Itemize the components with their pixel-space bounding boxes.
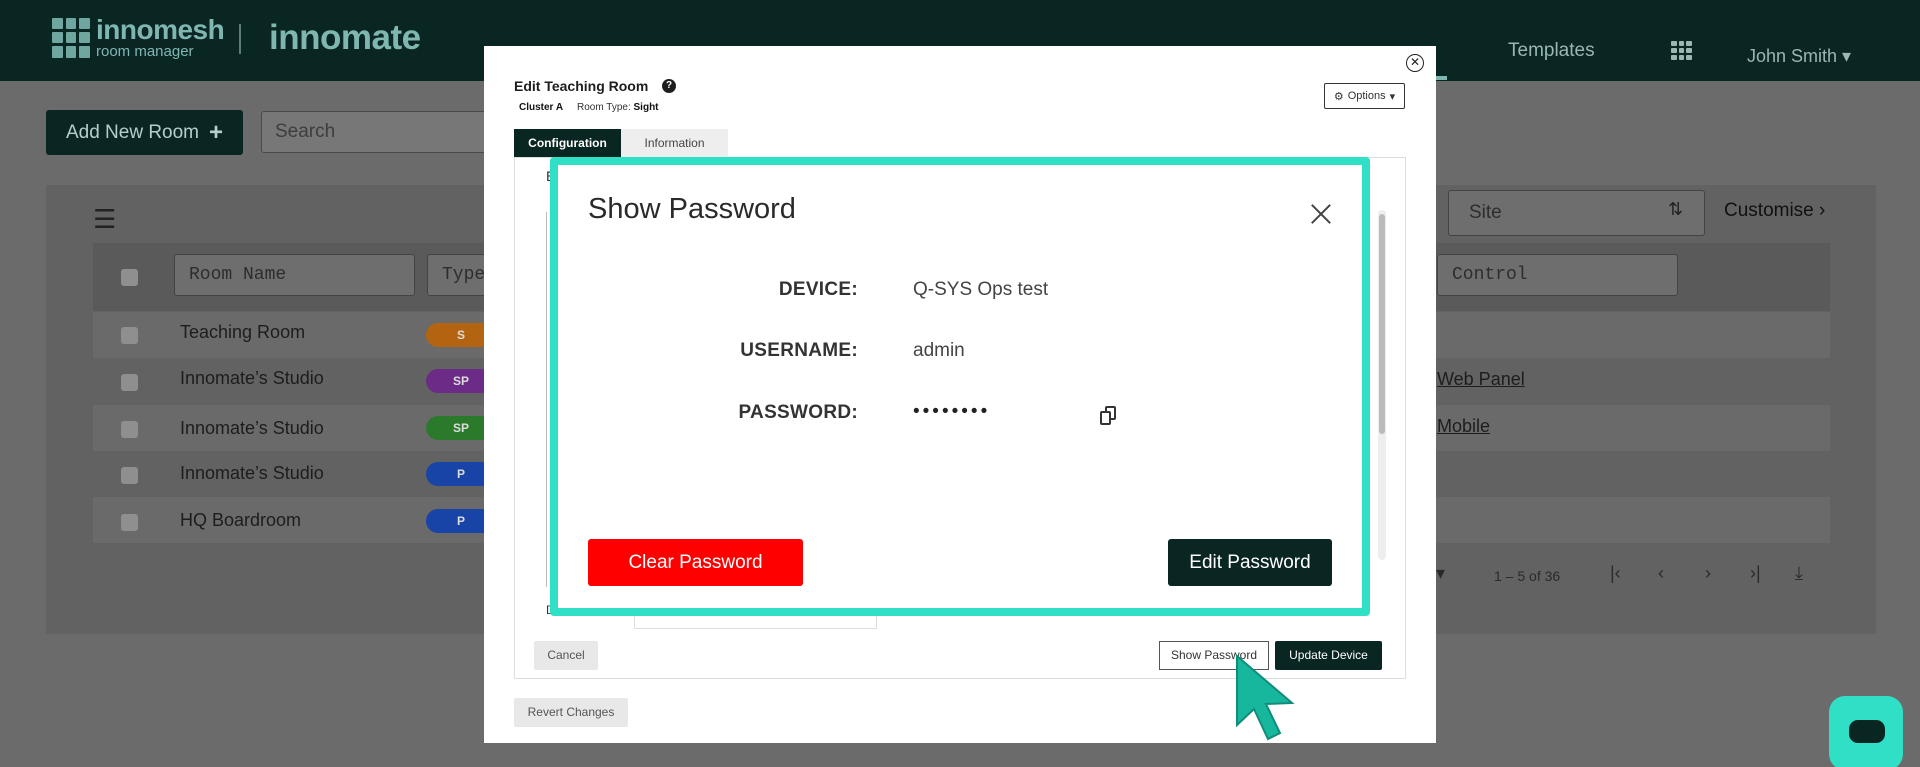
next-page-icon[interactable]: ›: [1705, 563, 1711, 584]
add-new-room-button[interactable]: Add New Room +: [46, 110, 243, 155]
room-type-value: Sight: [633, 102, 659, 113]
device-label: DEVICE:: [778, 279, 858, 300]
dialog-title: Show Password: [588, 193, 796, 225]
add-room-label: Add New Room: [65, 121, 200, 143]
search-input[interactable]: Search: [261, 111, 501, 153]
options-dropdown[interactable]: ⚙ Options ▾: [1324, 83, 1405, 109]
divider: [546, 212, 547, 587]
plus-icon: +: [209, 118, 224, 146]
modal-subtitle: Cluster A Room Type: Sight: [519, 102, 659, 113]
mouse-cursor-icon: [1236, 653, 1295, 741]
checklist-icon[interactable]: ☰: [93, 204, 116, 235]
logo-divider: [239, 24, 241, 54]
room-name-filter[interactable]: Room Name: [174, 254, 415, 296]
row-checkbox[interactable]: [121, 467, 138, 484]
first-page-icon[interactable]: |‹: [1610, 563, 1621, 584]
sort-icon[interactable]: ⇅: [1668, 199, 1683, 220]
pagination-range: 1 – 5 of 36: [1494, 568, 1561, 584]
type-filter[interactable]: Type: [427, 254, 487, 296]
row-room-name[interactable]: Innomate’s Studio: [180, 418, 324, 439]
control-filter[interactable]: Control: [1437, 254, 1678, 296]
tab-configuration[interactable]: Configuration: [514, 129, 621, 157]
logo-sub-text: room manager: [96, 43, 194, 60]
control-link-web-panel[interactable]: Web Panel: [1437, 369, 1525, 390]
apps-grid-icon[interactable]: [1671, 41, 1692, 60]
scrollbar-thumb[interactable]: [1379, 214, 1385, 434]
nav-templates[interactable]: Templates: [1508, 40, 1595, 62]
username-label: USERNAME:: [740, 340, 858, 361]
row-checkbox[interactable]: [121, 374, 138, 391]
download-icon[interactable]: ⤓: [1795, 563, 1803, 584]
logo-mark-icon: [52, 17, 90, 58]
cluster-label: Cluster A: [519, 102, 564, 113]
logo-brand-text: innomesh: [96, 14, 225, 45]
cancel-button[interactable]: Cancel: [534, 641, 598, 670]
row-room-name[interactable]: Teaching Room: [180, 322, 305, 343]
room-type-label: Room Type:: [577, 102, 631, 113]
chat-bubble-icon: [1849, 720, 1885, 743]
modal-title: Edit Teaching Room: [514, 78, 649, 94]
help-icon[interactable]: ?: [662, 79, 676, 93]
prev-page-icon[interactable]: ‹: [1658, 563, 1664, 584]
modal-close-icon[interactable]: ✕: [1406, 54, 1424, 72]
password-label: PASSWORD:: [738, 402, 858, 423]
caret-down-icon: ▾: [1389, 90, 1396, 103]
device-value: Q-SYS Ops test: [913, 279, 1049, 300]
edit-password-button[interactable]: Edit Password: [1168, 539, 1332, 586]
row-room-name[interactable]: Innomate’s Studio: [180, 368, 324, 389]
revert-changes-button[interactable]: Revert Changes: [514, 698, 628, 727]
row-room-name[interactable]: HQ Boardroom: [180, 510, 301, 531]
innomesh-logo[interactable]: innomesh room manager: [52, 14, 225, 60]
last-page-icon[interactable]: ›|: [1750, 563, 1761, 584]
clear-password-button[interactable]: Clear Password: [588, 539, 803, 586]
select-all-checkbox[interactable]: [121, 269, 138, 286]
options-label: Options: [1347, 90, 1386, 102]
site-filter[interactable]: Site: [1448, 190, 1705, 236]
gear-icon: ⚙: [1333, 90, 1344, 103]
copy-icon[interactable]: [1100, 406, 1116, 426]
password-value: ••••••••: [913, 401, 991, 422]
user-menu[interactable]: John Smith ▾: [1747, 46, 1851, 67]
row-checkbox[interactable]: [121, 421, 138, 438]
tab-information[interactable]: Information: [621, 129, 728, 157]
row-checkbox[interactable]: [121, 327, 138, 344]
customise-button[interactable]: Customise ›: [1724, 200, 1825, 222]
username-value: admin: [913, 340, 965, 361]
row-room-name[interactable]: Innomate’s Studio: [180, 463, 324, 484]
control-link-mobile[interactable]: Mobile: [1437, 416, 1490, 437]
rows-per-page-dropdown[interactable]: ▾: [1436, 563, 1445, 584]
product-logo[interactable]: innomate: [269, 18, 421, 58]
row-checkbox[interactable]: [121, 514, 138, 531]
close-icon[interactable]: [1308, 201, 1334, 227]
